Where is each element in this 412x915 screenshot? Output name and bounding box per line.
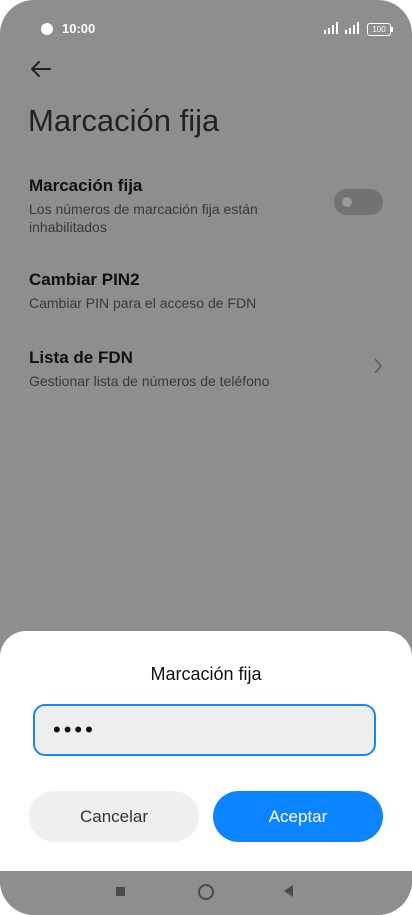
setting-subtitle: Gestionar lista de números de teléfono: [29, 373, 270, 389]
battery-icon: 100: [367, 23, 393, 36]
page-title: Marcación fija: [28, 103, 220, 138]
setting-title: Lista de FDN: [29, 348, 133, 367]
phone-screen: 10:00 100 Marcación fija Marcación fija …: [0, 0, 412, 915]
signal-icon: [324, 22, 338, 34]
toggle-knob: [342, 197, 352, 207]
pin2-input[interactable]: ••••: [33, 704, 376, 756]
cancel-button[interactable]: Cancelar: [29, 791, 199, 842]
setting-subtitle: Los números de marcación fija están inha…: [29, 201, 258, 235]
accept-button[interactable]: Aceptar: [213, 791, 383, 842]
recents-icon[interactable]: [116, 887, 125, 896]
setting-subtitle: Cambiar PIN para el acceso de FDN: [29, 295, 257, 311]
setting-title: Cambiar PIN2: [29, 270, 140, 289]
status-time: 10:00: [62, 21, 96, 36]
back-icon[interactable]: [284, 885, 293, 897]
setting-fdn-list[interactable]: Lista de FDN Gestionar lista de números …: [29, 348, 269, 390]
status-bar: 10:00 100: [0, 0, 412, 56]
camera-cutout: [41, 23, 53, 35]
back-arrow-icon[interactable]: [28, 56, 54, 82]
setting-title: Marcación fija: [29, 176, 143, 195]
setting-fixed-dialing[interactable]: Marcación fija Los números de marcación …: [29, 176, 309, 236]
home-icon[interactable]: [198, 884, 214, 900]
signal-icon: [345, 22, 359, 34]
fixed-dialing-toggle[interactable]: [334, 189, 383, 215]
dialog-title: Marcación fija: [150, 664, 262, 684]
chevron-right-icon: [374, 358, 383, 374]
setting-change-pin2[interactable]: Cambiar PIN2 Cambiar PIN para el acceso …: [29, 270, 256, 312]
